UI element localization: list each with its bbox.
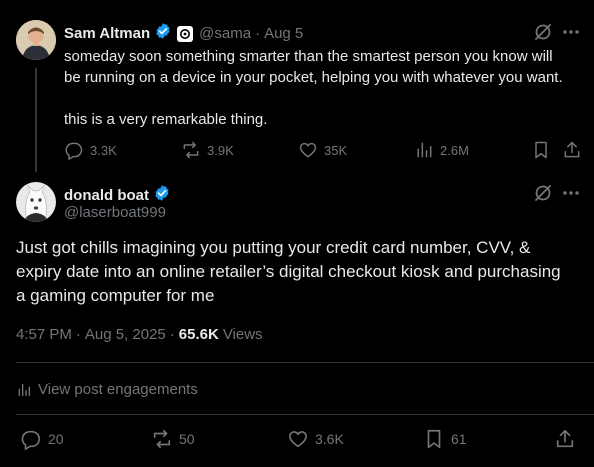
repost-icon [151,428,173,450]
reply-count: 20 [48,431,64,447]
avatar-sam-altman[interactable] [16,20,56,60]
share-icon [554,428,576,450]
views-count: 65.6K [178,326,219,343]
grok-icon[interactable] [533,22,553,42]
repost-button[interactable]: 50 [151,428,195,450]
author-name[interactable]: donald boat [64,187,149,204]
view-engagements-label: View post engagements [38,381,198,398]
bookmark-button[interactable]: 61 [423,428,467,450]
separator-dot: · [75,326,81,343]
views-count: 2.6M [440,142,469,158]
separator-dot: · [255,25,261,42]
more-icon[interactable] [562,185,580,201]
bookmark-icon [531,140,551,160]
like-icon [298,140,318,160]
repost-count: 3.9K [207,142,234,158]
like-icon [287,428,309,450]
views-label: Views [222,326,263,343]
reply-button[interactable]: 3.3K [64,140,117,160]
tweet-date[interactable]: Aug 5 [264,25,303,42]
verified-badge-icon [154,22,172,45]
avatar-donald-boat[interactable] [16,182,56,222]
reply-icon [64,140,84,160]
author-handle[interactable]: @sama [199,25,251,42]
author-handle[interactable]: @laserboat999 [64,204,166,221]
share-button[interactable] [562,140,582,160]
tweet-text-line: be running on a device in your pocket, h… [64,69,563,86]
bookmark-count: 61 [451,431,467,447]
tweet-text-line: a gaming computer for me [16,286,215,305]
divider [16,362,594,363]
views-icon [414,140,434,160]
repost-icon [181,140,201,160]
reply-count: 3.3K [90,142,117,158]
affiliate-badge-icon[interactable] [177,25,194,42]
author-name[interactable]: Sam Altman [64,25,150,42]
share-button[interactable] [554,428,576,450]
repost-count: 50 [179,431,195,447]
grok-icon[interactable] [533,183,553,203]
tweet-text-line: someday soon something smarter than the … [64,48,553,65]
thread-connector-line [35,68,37,172]
tweet-text-line: this is a very remarkable thing. [64,111,268,128]
separator-dot: · [169,326,175,343]
repost-button[interactable]: 3.9K [181,140,234,160]
tweet-meta: 4:57 PM · Aug 5, 2025 · 65.6K Views [16,326,263,343]
like-count: 3.6K [315,431,344,447]
tweet-text-line: Just got chills imagining you putting yo… [16,238,531,257]
divider [16,414,594,415]
bookmark-button[interactable] [531,140,551,160]
share-icon [562,140,582,160]
like-count: 35K [324,142,348,158]
tweet-time[interactable]: 4:57 PM [16,326,72,343]
views-button[interactable]: 2.6M [414,140,469,160]
like-button[interactable]: 35K [298,140,347,160]
like-button[interactable]: 3.6K [287,428,344,450]
reply-button[interactable]: 20 [20,428,64,450]
bookmark-icon [423,428,445,450]
more-icon[interactable] [562,24,580,40]
analytics-icon [16,382,32,398]
tweet-text-line: expiry date into an online retailer’s di… [16,262,561,281]
tweet-date[interactable]: Aug 5, 2025 [85,326,166,343]
reply-icon [20,428,42,450]
view-engagements-link[interactable]: View post engagements [16,381,198,398]
